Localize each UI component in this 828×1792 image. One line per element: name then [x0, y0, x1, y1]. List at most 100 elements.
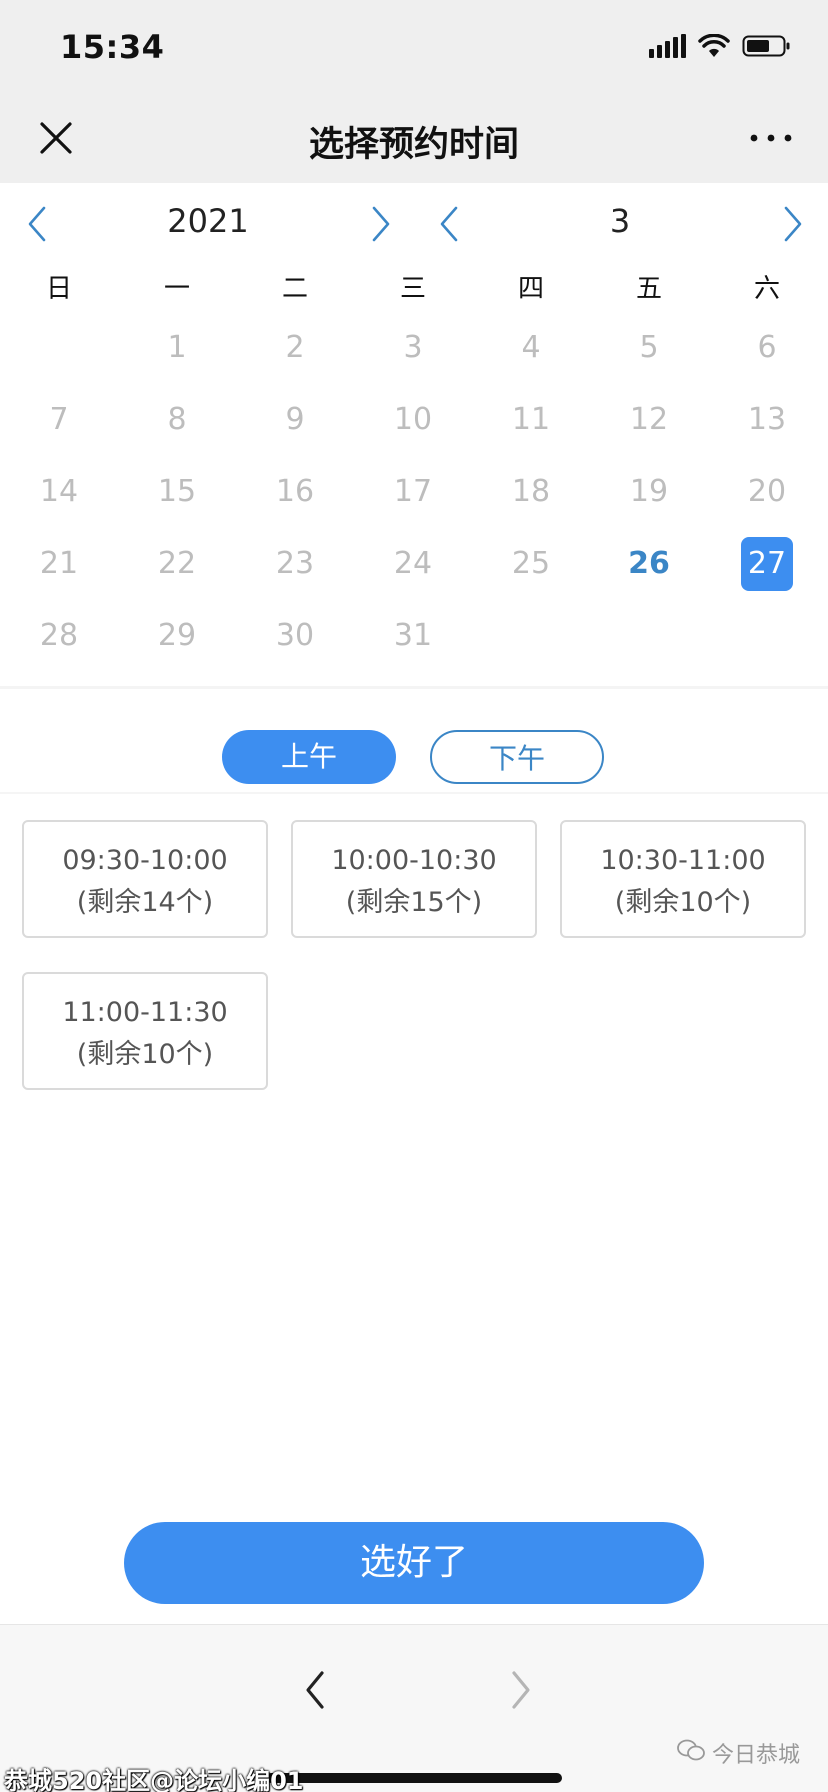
section-divider	[0, 792, 828, 794]
calendar-day: 8	[118, 392, 236, 448]
calendar-day-number: 27	[741, 537, 793, 591]
calendar-day-number: 22	[157, 546, 197, 581]
calendar-day: 14	[0, 464, 118, 520]
calendar-day-number: 31	[393, 618, 433, 653]
watermark-left: 恭城520社区@论坛小编01	[4, 1767, 304, 1792]
calendar-day-number: 13	[747, 402, 787, 437]
slot-remaining: (剩余10个)	[76, 1039, 214, 1070]
calendar-day-number: 25	[511, 546, 551, 581]
more-icon[interactable]	[748, 128, 794, 148]
morning-tab[interactable]: 上午	[222, 730, 396, 784]
forward-chevron-right-icon[interactable]	[500, 1665, 540, 1715]
calendar-day-number: 8	[167, 402, 187, 437]
back-chevron-left-icon[interactable]	[296, 1665, 336, 1715]
slot-time: 10:00-10:30	[331, 845, 497, 876]
calendar-day-number: 11	[511, 402, 551, 437]
confirm-button[interactable]: 选好了	[124, 1522, 704, 1604]
calendar-day: 2	[236, 320, 354, 376]
status-time: 15:34	[60, 28, 165, 66]
calendar-day: 10	[354, 392, 472, 448]
calendar-day: 25	[472, 536, 590, 592]
calendar-day-number: 9	[285, 402, 305, 437]
calendar-day: 4	[472, 320, 590, 376]
year-value: 2021	[167, 202, 249, 240]
year-month-selector: 2021 3	[0, 200, 828, 248]
calendar-day-number: 1	[167, 330, 187, 365]
calendar-day: 6	[708, 320, 826, 376]
battery-icon	[742, 34, 792, 58]
time-slot[interactable]: 09:30-10:00 (剩余14个)	[22, 820, 268, 938]
calendar-day: 13	[708, 392, 826, 448]
time-slot[interactable]: 10:00-10:30 (剩余15个)	[291, 820, 537, 938]
calendar-day: 24	[354, 536, 472, 592]
prev-year-chevron-left-icon[interactable]	[20, 202, 56, 246]
cellular-signal-icon	[649, 34, 686, 58]
calendar-day-number: 14	[39, 474, 79, 509]
calendar-day[interactable]: 26	[590, 536, 708, 592]
calendar-day-number: 7	[49, 402, 69, 437]
calendar-day: 30	[236, 608, 354, 664]
slot-time: 11:00-11:30	[62, 997, 228, 1028]
weekday-label: 二	[281, 274, 308, 304]
calendar-day: 3	[354, 320, 472, 376]
slot-remaining: (剩余15个)	[345, 887, 483, 918]
calendar-day: 21	[0, 536, 118, 592]
prev-month-chevron-left-icon[interactable]	[432, 202, 468, 246]
slot-time: 09:30-10:00	[62, 845, 228, 876]
calendar-day-number: 3	[403, 330, 423, 365]
calendar-day: 22	[118, 536, 236, 592]
calendar-day: 17	[354, 464, 472, 520]
calendar-day[interactable]: 27	[708, 536, 826, 592]
calendar-day-number: 10	[393, 402, 433, 437]
weekday-label: 六	[753, 274, 780, 304]
top-header: 15:34 选择预约时间	[0, 0, 828, 183]
afternoon-tab[interactable]: 下午	[430, 730, 604, 784]
next-month-chevron-right-icon[interactable]	[774, 202, 810, 246]
section-divider	[0, 686, 828, 689]
bottom-toolbar: 今日恭城 恭城520社区@论坛小编01	[0, 1624, 828, 1792]
watermark-right: 今日恭城	[676, 1737, 800, 1769]
home-indicator	[266, 1773, 562, 1783]
time-slot[interactable]: 10:30-11:00 (剩余10个)	[560, 820, 806, 938]
status-icons	[649, 34, 792, 58]
calendar-day-number: 29	[157, 618, 197, 653]
page-title: 选择预约时间	[308, 125, 519, 165]
calendar-day-number: 19	[629, 474, 669, 509]
weekday-label: 日	[45, 274, 72, 304]
calendar-day: 9	[236, 392, 354, 448]
calendar-day: 16	[236, 464, 354, 520]
time-slot[interactable]: 11:00-11:30 (剩余10个)	[22, 972, 268, 1090]
calendar-day-number: 26	[628, 546, 670, 581]
wechat-icon	[676, 1738, 706, 1768]
calendar-day: 12	[590, 392, 708, 448]
calendar-day-number: 24	[393, 546, 433, 581]
calendar-day-number: 28	[39, 618, 79, 653]
calendar-day-number: 17	[393, 474, 433, 509]
calendar-day: 23	[236, 536, 354, 592]
slot-remaining: (剩余14个)	[76, 887, 214, 918]
calendar-day: 15	[118, 464, 236, 520]
calendar-day-number: 15	[157, 474, 197, 509]
weekday-label: 三	[399, 274, 426, 304]
appointment-page: 15:34 选择预约时间 2021 3 日 一 二 三 四 五 六 1 2 3 …	[0, 0, 828, 1792]
calendar-day-number: 23	[275, 546, 315, 581]
calendar-day: 29	[118, 608, 236, 664]
period-toggle: 上午 下午	[222, 730, 606, 786]
weekday-label: 五	[635, 274, 662, 304]
calendar-day: 11	[472, 392, 590, 448]
calendar-day: 28	[0, 608, 118, 664]
next-year-chevron-right-icon[interactable]	[362, 202, 398, 246]
calendar-day: 7	[0, 392, 118, 448]
calendar-day-number: 18	[511, 474, 551, 509]
calendar-day-number: 2	[285, 330, 305, 365]
calendar-day: 18	[472, 464, 590, 520]
calendar-day: 5	[590, 320, 708, 376]
weekday-label: 四	[517, 274, 544, 304]
calendar-day-number: 6	[757, 330, 777, 365]
calendar-day-number: 4	[521, 330, 541, 365]
slot-remaining: (剩余10个)	[614, 887, 752, 918]
calendar-day-number: 5	[639, 330, 659, 365]
slot-time: 10:30-11:00	[600, 845, 766, 876]
calendar-day-number: 12	[629, 402, 669, 437]
calendar-day-number: 16	[275, 474, 315, 509]
